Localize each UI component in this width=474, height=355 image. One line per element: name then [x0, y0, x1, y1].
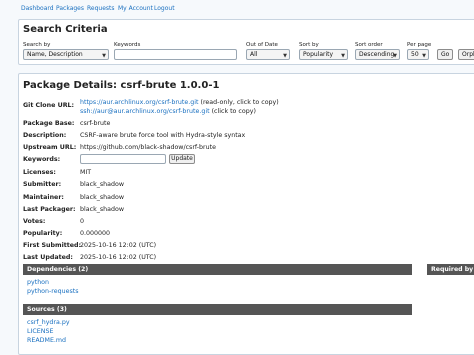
git-clone-ssh-link[interactable]: ssh://aur@aur.archlinux.org/csrf-brute.g…: [80, 108, 210, 115]
upstream-url-label: Upstream URL:: [23, 144, 77, 151]
package-details-panel: Package Details: csrf-brute 1.0.0-1 Git …: [18, 73, 474, 355]
first-submitted-label: First Submitted:: [23, 242, 82, 249]
git-clone-https-link[interactable]: https://aur.archlinux.org/csrf-brute.git: [80, 99, 198, 106]
nav-logout[interactable]: Logout: [154, 5, 175, 12]
git-clone-https-note: (read-only, click to copy): [200, 99, 279, 106]
keywords-edit-input[interactable]: [80, 154, 166, 164]
chevron-down-icon: ▼: [422, 53, 426, 59]
description-value: CSRF-aware brute force tool with Hydra-s…: [80, 132, 246, 139]
source-item[interactable]: csrf_hydra.py: [27, 319, 70, 326]
sort-by-label: Sort by: [299, 42, 319, 48]
nav-requests[interactable]: Requests: [87, 5, 115, 12]
last-updated-label: Last Updated:: [23, 254, 73, 261]
last-packager-link[interactable]: black_shadow: [80, 206, 124, 213]
source-item[interactable]: LICENSE: [27, 328, 53, 335]
search-criteria-title: Search Criteria: [23, 24, 108, 35]
search-criteria-panel: Search Criteria Search by Name, Descript…: [18, 19, 474, 65]
chevron-down-icon: ▼: [341, 53, 345, 59]
sort-order-label: Sort order: [355, 42, 383, 48]
keywords-detail-label: Keywords:: [23, 156, 61, 163]
per-page-value: 50: [411, 51, 419, 58]
chevron-down-icon: ▼: [102, 53, 106, 59]
chevron-down-icon: ▼: [393, 53, 397, 59]
sort-order-value: Descending: [359, 51, 395, 58]
out-of-date-value: All: [250, 51, 258, 58]
maintainer-label: Maintainer:: [23, 194, 64, 201]
git-clone-ssh-note: (click to copy): [211, 108, 256, 115]
keywords-label: Keywords: [114, 42, 141, 48]
submitter-label: Submitter:: [23, 181, 62, 188]
git-clone-ssh-row: ssh://aur@aur.archlinux.org/csrf-brute.g…: [80, 108, 256, 115]
orphans-button[interactable]: Orph: [458, 49, 474, 60]
sort-by-value: Popularity: [303, 51, 334, 58]
sort-order-select[interactable]: Descending ▼: [355, 49, 400, 60]
search-by-value: Name, Description: [27, 51, 83, 58]
update-keywords-button[interactable]: Update: [169, 154, 195, 164]
out-of-date-select[interactable]: All ▼: [246, 49, 290, 60]
votes-label: Votes:: [23, 218, 46, 225]
dependency-item[interactable]: python-requests: [27, 288, 79, 295]
per-page-select[interactable]: 50 ▼: [407, 49, 429, 60]
maintainer-link[interactable]: black_shadow: [80, 194, 124, 201]
sources-header: Sources (3): [23, 304, 412, 315]
last-packager-label: Last Packager:: [23, 206, 76, 213]
first-submitted-value: 2025-10-16 12:02 (UTC): [80, 242, 157, 249]
out-of-date-label: Out of Date: [246, 42, 278, 48]
nav-packages[interactable]: Packages: [56, 5, 84, 12]
sort-by-select[interactable]: Popularity ▼: [299, 49, 348, 60]
search-by-label: Search by: [23, 42, 51, 48]
votes-value: 0: [80, 218, 85, 225]
git-clone-label: Git Clone URL:: [23, 102, 75, 109]
nav-dashboard[interactable]: Dashboard: [21, 5, 54, 12]
package-base-label: Package Base:: [23, 120, 75, 127]
submitter-link[interactable]: black_shadow: [80, 181, 124, 188]
licenses-label: Licenses:: [23, 169, 56, 176]
package-base-link[interactable]: csrf-brute: [80, 120, 110, 127]
popularity-label: Popularity:: [23, 230, 63, 237]
search-by-select[interactable]: Name, Description ▼: [23, 49, 109, 60]
go-button[interactable]: Go: [437, 49, 453, 60]
upstream-url-link[interactable]: https://github.com/black-shadow/csrf-bru…: [80, 144, 216, 151]
licenses-value: MIT: [80, 169, 92, 176]
top-navigation: Dashboard Packages Requests My Account L…: [0, 0, 474, 18]
last-updated-value: 2025-10-16 12:02 (UTC): [80, 254, 157, 261]
description-label: Description:: [23, 132, 67, 139]
popularity-value: 0.000000: [80, 230, 111, 237]
keywords-input[interactable]: [114, 49, 237, 60]
source-item[interactable]: README.md: [27, 337, 66, 344]
dependencies-header: Dependencies (2): [23, 264, 412, 275]
git-clone-https-row: https://aur.archlinux.org/csrf-brute.git…: [80, 99, 279, 106]
chevron-down-icon: ▼: [283, 53, 287, 59]
per-page-label: Per page: [407, 42, 432, 48]
package-details-title: Package Details: csrf-brute 1.0.0-1: [23, 80, 220, 91]
required-by-header: Required by (0: [427, 264, 474, 275]
nav-my-account[interactable]: My Account: [118, 5, 153, 12]
dependency-item[interactable]: python: [27, 279, 49, 286]
